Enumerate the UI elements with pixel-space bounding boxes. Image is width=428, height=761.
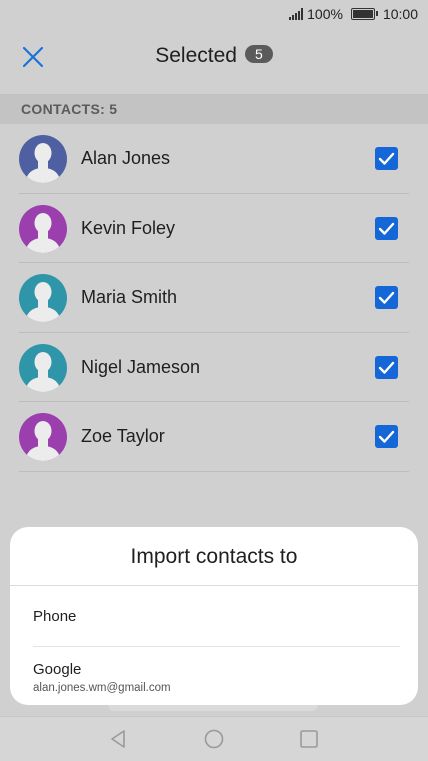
google-option-label: Google <box>33 661 82 678</box>
phone-option-label: Phone <box>33 608 77 625</box>
clock: 10:00 <box>382 6 418 22</box>
recents-icon <box>300 730 318 748</box>
battery-icon <box>350 8 378 20</box>
import-contacts-sheet: Import contacts to Phone Google alan.jon… <box>10 527 418 705</box>
import-to-google-option[interactable]: Google alan.jones.wm@gmail.com <box>10 647 418 705</box>
selected-count-badge: 5 <box>244 45 273 63</box>
google-account-email: alan.jones.wm@gmail.com <box>33 682 171 694</box>
contact-row[interactable]: Kevin Foley <box>0 194 428 264</box>
back-icon <box>111 730 125 748</box>
contact-row[interactable]: Alan Jones <box>0 124 428 194</box>
home-icon <box>204 729 224 749</box>
avatar-icon <box>19 135 67 183</box>
contact-name: Alan Jones <box>81 148 171 168</box>
navigation-bar <box>0 716 428 761</box>
sheet-title: Import contacts to <box>130 545 298 568</box>
contact-row[interactable]: Nigel Jameson <box>0 333 428 403</box>
import-to-phone-option[interactable]: Phone <box>10 587 418 647</box>
contact-name: Kevin Foley <box>81 217 176 238</box>
contacts-section-header: CONTACTS: 5 <box>0 94 428 124</box>
avatar-icon <box>19 343 67 392</box>
sheet-divider <box>10 585 418 586</box>
home-button[interactable] <box>203 728 225 750</box>
row-divider <box>19 470 409 472</box>
contact-name: Nigel Jameson <box>81 356 201 377</box>
checkbox-checked-icon[interactable] <box>375 355 398 379</box>
avatar-icon <box>19 274 67 323</box>
contact-row[interactable]: Zoe Taylor <box>0 402 428 472</box>
avatar-icon <box>19 204 67 253</box>
contacts-count-label: CONTACTS: 5 <box>21 101 118 117</box>
status-bar: 100% 10:00 <box>0 0 428 30</box>
contact-name: Zoe Taylor <box>81 426 165 447</box>
back-button[interactable] <box>108 728 130 750</box>
header: Selected 5 <box>0 30 428 84</box>
page-title-text: Selected <box>155 44 237 67</box>
contact-row[interactable]: Maria Smith <box>0 263 428 333</box>
checkbox-checked-icon[interactable] <box>375 147 398 170</box>
status-indicators: 100% 10:00 <box>289 6 418 22</box>
contact-name: Maria Smith <box>81 287 178 308</box>
contact-list: Alan Jones Kevin Foley Maria Smith Nigel… <box>0 124 428 472</box>
contacts-selection-screen: 100% 10:00 Selected 5 CONTACTS: 5 Alan Jo… <box>0 0 428 761</box>
recents-button[interactable] <box>298 728 320 750</box>
checkbox-checked-icon[interactable] <box>375 425 398 449</box>
page-title: Selected 5 <box>0 44 428 68</box>
checkbox-checked-icon[interactable] <box>375 216 398 240</box>
battery-percent: 100% <box>307 6 343 22</box>
avatar-icon <box>19 413 67 462</box>
sheet-shadow <box>108 705 318 711</box>
checkbox-checked-icon[interactable] <box>375 286 398 310</box>
signal-icon <box>289 8 304 20</box>
